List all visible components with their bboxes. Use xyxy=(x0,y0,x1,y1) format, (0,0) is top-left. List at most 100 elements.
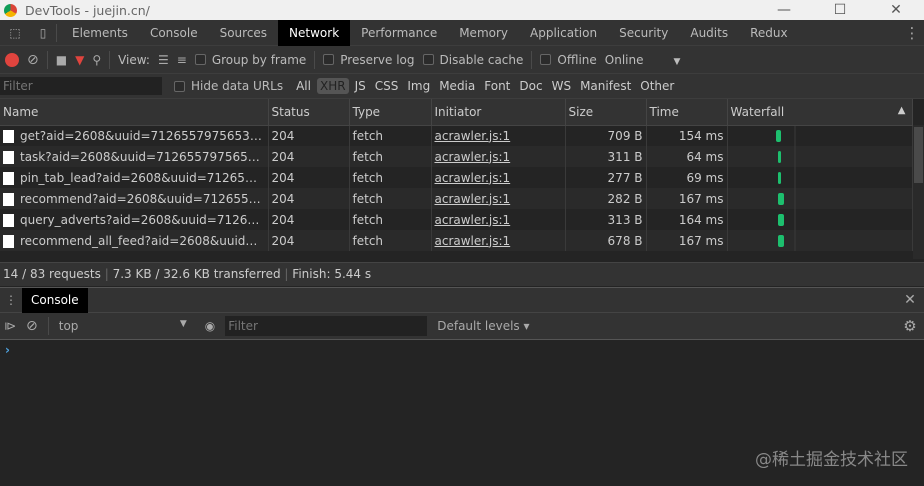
request-status: 204 xyxy=(268,125,350,146)
filter-input[interactable] xyxy=(0,77,162,95)
large-rows-icon[interactable]: ☰ xyxy=(158,53,169,67)
request-initiator-link[interactable]: acrawler.js:1 xyxy=(431,167,566,188)
column-header-status[interactable]: Status xyxy=(268,99,350,126)
table-scrollbar[interactable] xyxy=(913,125,924,259)
tab-elements[interactable]: Elements xyxy=(61,20,139,46)
filter-type-manifest[interactable]: Manifest xyxy=(577,78,634,94)
request-initiator-link[interactable]: acrawler.js:1 xyxy=(431,125,566,146)
tab-audits[interactable]: Audits xyxy=(679,20,739,46)
request-time: 167 ms xyxy=(646,230,728,251)
column-header-name[interactable]: Name xyxy=(0,99,269,126)
request-name[interactable]: task?aid=2608&uuid=7126557975653893668 xyxy=(0,146,269,167)
hide-data-urls-checkbox[interactable]: Hide data URLs xyxy=(174,79,283,93)
table-row[interactable]: recommend_all_feed?aid=2608&uuid=7126...… xyxy=(0,230,913,251)
tab-drawer-console[interactable]: Console xyxy=(22,287,88,313)
filter-type-ws[interactable]: WS xyxy=(549,78,574,94)
request-time: 69 ms xyxy=(646,167,728,188)
close-window-button[interactable]: ✕ xyxy=(868,2,924,18)
maximize-button[interactable]: ☐ xyxy=(812,2,868,18)
request-name[interactable]: recommend_all_feed?aid=2608&uuid=7126... xyxy=(0,230,269,251)
request-initiator-link[interactable]: acrawler.js:1 xyxy=(431,146,566,167)
request-name[interactable]: query_adverts?aid=2608&uuid=7126557975..… xyxy=(0,209,269,230)
close-drawer-icon[interactable]: ✕ xyxy=(896,292,924,308)
inspect-element-icon[interactable]: ⬚ xyxy=(0,26,30,40)
filter-type-all[interactable]: All xyxy=(293,78,314,94)
filter-type-other[interactable]: Other xyxy=(637,78,677,94)
filter-type-font[interactable]: Font xyxy=(481,78,513,94)
chevron-down-icon: ▼ xyxy=(179,319,187,329)
filter-type-css[interactable]: CSS xyxy=(372,78,402,94)
log-levels-select[interactable]: Default levels ▾ xyxy=(437,319,529,333)
table-row[interactable]: task?aid=2608&uuid=7126557975653893668 2… xyxy=(0,146,913,167)
table-row[interactable]: get?aid=2608&uuid=712655797565389366... … xyxy=(0,125,913,146)
chrome-logo-icon xyxy=(4,3,17,17)
live-expression-eye-icon[interactable]: ◉ xyxy=(205,319,215,333)
waterfall-cell xyxy=(727,125,913,146)
request-name[interactable]: get?aid=2608&uuid=712655797565389366... xyxy=(0,125,269,146)
screenshot-camera-icon[interactable]: ■ xyxy=(56,53,67,67)
context-select[interactable]: top ▼ xyxy=(59,319,187,333)
table-row[interactable]: pin_tab_lead?aid=2608&uuid=71265579756..… xyxy=(0,167,913,188)
column-header-size[interactable]: Size xyxy=(565,99,647,126)
title-bar: DevTools - juejin.cn/ — ☐ ✕ xyxy=(0,0,924,20)
preserve-log-checkbox[interactable]: Preserve log xyxy=(323,53,415,67)
tab-sources[interactable]: Sources xyxy=(209,20,278,46)
request-initiator-link[interactable]: acrawler.js:1 xyxy=(431,209,566,230)
tab-redux[interactable]: Redux xyxy=(739,20,799,46)
sidebar-toggle-icon[interactable]: ⧐ xyxy=(4,319,16,333)
table-row[interactable]: query_adverts?aid=2608&uuid=7126557975..… xyxy=(0,209,913,230)
waterfall-bar xyxy=(777,151,781,163)
waterfall-cell xyxy=(727,230,913,251)
settings-gear-icon[interactable]: ⚙ xyxy=(896,317,924,335)
waterfall-cell xyxy=(727,188,913,209)
console-filter-input[interactable] xyxy=(225,316,428,336)
column-header-initiator[interactable]: Initiator xyxy=(431,99,566,126)
overview-icon[interactable]: ≡ xyxy=(177,53,187,67)
document-icon xyxy=(3,171,14,185)
console-drawer: ⋮ Console ✕ ⧐ ⊘ top▼ ◉ Default levels ▾ … xyxy=(0,287,924,360)
filter-type-media[interactable]: Media xyxy=(436,78,478,94)
record-icon[interactable] xyxy=(5,52,19,67)
minimize-button[interactable]: — xyxy=(756,2,812,18)
chevron-down-icon: ▼ xyxy=(673,56,681,67)
filter-type-img[interactable]: Img xyxy=(404,78,433,94)
filter-type-doc[interactable]: Doc xyxy=(516,78,545,94)
throttling-select[interactable]: Online ▼ xyxy=(605,53,681,67)
request-name[interactable]: pin_tab_lead?aid=2608&uuid=71265579756..… xyxy=(0,167,269,188)
table-row[interactable]: recommend?aid=2608&uuid=71265579756... 2… xyxy=(0,188,913,209)
tab-console[interactable]: Console xyxy=(139,20,209,46)
clear-console-icon[interactable]: ⊘ xyxy=(26,318,38,334)
console-prompt[interactable]: › xyxy=(0,340,924,360)
tab-performance[interactable]: Performance xyxy=(350,20,448,46)
window-title: DevTools - juejin.cn/ xyxy=(25,2,150,18)
search-icon[interactable]: ⚲ xyxy=(92,53,101,67)
disable-cache-checkbox[interactable]: Disable cache xyxy=(422,53,523,67)
tab-security[interactable]: Security xyxy=(608,20,679,46)
filter-icon[interactable]: ▼ xyxy=(75,53,84,67)
waterfall-bar xyxy=(775,130,781,143)
tab-network[interactable]: Network xyxy=(278,19,351,46)
request-count: 14 / 83 requests xyxy=(3,267,101,281)
offline-checkbox[interactable]: Offline xyxy=(540,53,597,67)
request-type: fetch xyxy=(349,146,432,167)
clear-icon[interactable]: ⊘ xyxy=(27,52,39,68)
transferred-size: 7.3 KB / 32.6 KB transferred xyxy=(112,267,281,281)
device-toolbar-icon[interactable]: ▯ xyxy=(30,26,56,40)
column-header-type[interactable]: Type xyxy=(349,99,432,126)
column-header-waterfall[interactable]: Waterfall ▲ xyxy=(727,99,913,126)
document-icon xyxy=(3,150,14,164)
more-menu-icon[interactable]: ⋮ xyxy=(900,24,924,42)
tab-memory[interactable]: Memory xyxy=(448,20,519,46)
tab-application[interactable]: Application xyxy=(519,20,608,46)
filter-type-js[interactable]: JS xyxy=(352,78,369,94)
filter-type-xhr[interactable]: XHR xyxy=(316,78,349,94)
waterfall-cell xyxy=(727,209,913,230)
document-icon xyxy=(3,129,14,143)
drawer-menu-icon[interactable]: ⋮ xyxy=(0,293,22,307)
column-header-time[interactable]: Time xyxy=(646,99,728,126)
group-by-frame-checkbox[interactable]: Group by frame xyxy=(194,53,306,67)
request-name[interactable]: recommend?aid=2608&uuid=71265579756... xyxy=(0,188,269,209)
request-initiator-link[interactable]: acrawler.js:1 xyxy=(431,230,566,251)
request-initiator-link[interactable]: acrawler.js:1 xyxy=(431,188,566,209)
waterfall-bar xyxy=(777,214,784,226)
